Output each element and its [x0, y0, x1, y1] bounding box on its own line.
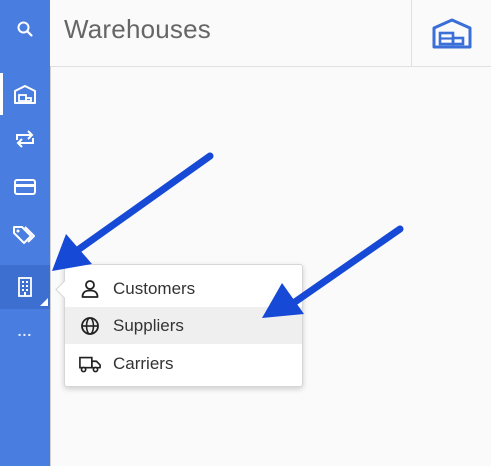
sidebar-item-warehouses[interactable]	[0, 73, 50, 115]
annotation-arrows	[52, 152, 404, 318]
sidebar: ...	[0, 0, 50, 466]
credit-card-icon	[14, 179, 36, 195]
sidebar-item-transfers[interactable]	[0, 118, 50, 160]
transfer-icon	[16, 130, 34, 148]
active-indicator	[0, 73, 3, 115]
page-title: Warehouses	[64, 14, 211, 44]
building-icon	[18, 277, 32, 297]
page-header: Warehouses	[50, 0, 491, 67]
person-icon	[79, 278, 101, 300]
menu-item-suppliers[interactable]: Suppliers	[65, 307, 302, 344]
arrow-to-sidebar-icon	[52, 152, 214, 271]
menu-item-label: Carriers	[113, 353, 174, 373]
partners-popup-menu: Customers Suppliers Carriers	[55, 264, 303, 387]
menu-item-label: Suppliers	[113, 315, 184, 335]
content-divider	[50, 66, 51, 466]
truck-icon	[79, 353, 101, 375]
warehouse-icon	[432, 18, 471, 49]
globe-icon	[79, 315, 101, 337]
menu-item-label: Customers	[113, 278, 196, 298]
tags-icon	[13, 226, 35, 244]
menu-item-carriers[interactable]: Carriers	[65, 345, 302, 382]
submenu-indicator-icon	[40, 298, 48, 306]
menu-item-customers[interactable]: Customers	[65, 270, 302, 307]
sidebar-item-partners[interactable]	[0, 265, 50, 309]
more-icon: ...	[17, 323, 33, 339]
sidebar-item-tags[interactable]	[0, 214, 50, 256]
sidebar-more-button[interactable]: ...	[0, 312, 50, 354]
header-warehouse-button[interactable]	[411, 0, 491, 66]
search-icon	[17, 21, 33, 37]
sidebar-item-payments[interactable]	[0, 166, 50, 208]
warehouse-icon	[14, 85, 36, 104]
sidebar-search-button[interactable]	[0, 8, 50, 50]
